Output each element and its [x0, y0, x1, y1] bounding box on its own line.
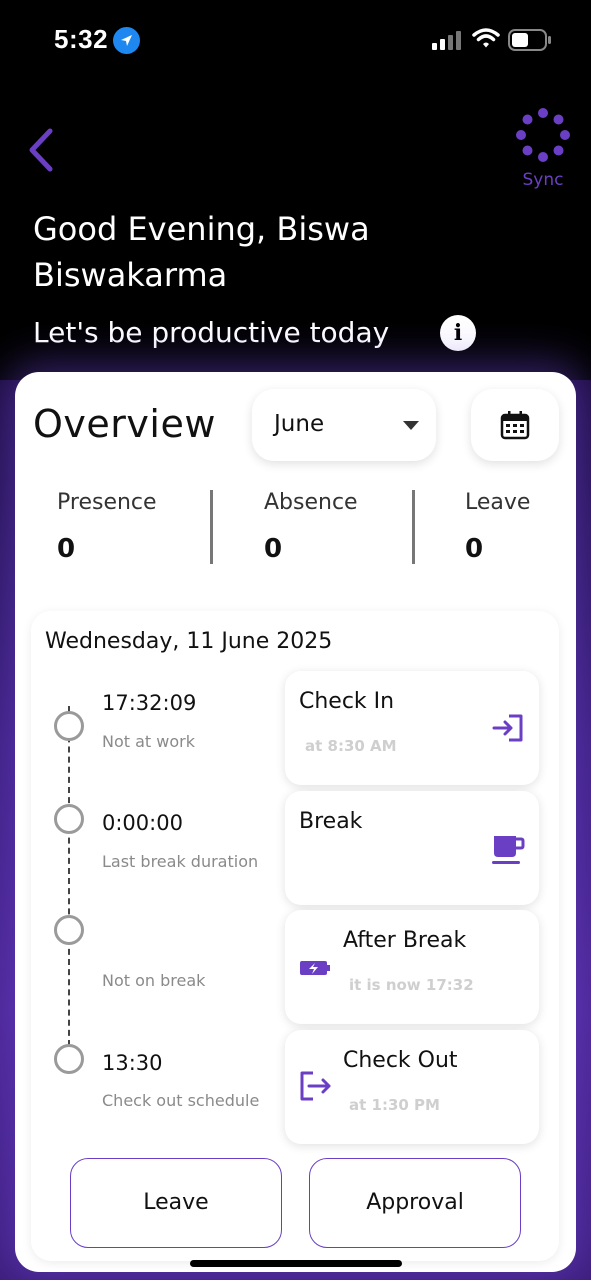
logout-icon	[300, 1071, 331, 1101]
status-time: 5:32	[54, 24, 109, 54]
timeline-dot	[54, 804, 84, 834]
tagline-text: Let's be productive today	[33, 316, 390, 349]
stat-presence-label: Presence	[57, 490, 157, 515]
attendance-stats: Presence 0 Absence 0 Leave 0	[15, 486, 576, 570]
approval-button[interactable]: Approval	[309, 1158, 521, 1248]
timeline-line	[68, 706, 70, 1046]
month-dropdown[interactable]: June	[252, 389, 436, 461]
back-chevron-icon[interactable]	[22, 125, 62, 175]
greeting-text: Good Evening, Biswa Biswakarma	[33, 210, 370, 294]
coffee-cup-icon	[492, 836, 525, 864]
month-value: June	[274, 411, 325, 437]
timeline-sub: Not at work	[102, 732, 195, 751]
timeline-value: 13:30	[102, 1051, 163, 1075]
sync-button[interactable]: Sync	[512, 104, 574, 194]
stat-absence-label: Absence	[264, 490, 358, 515]
check-in-title: Check In	[299, 689, 395, 714]
check-out-card[interactable]: Check Out at 1:30 PM	[285, 1030, 539, 1144]
login-icon	[492, 714, 523, 742]
check-in-card[interactable]: Check In at 8:30 AM	[285, 671, 539, 785]
check-in-sub: at 8:30 AM	[305, 737, 397, 755]
check-out-sub: at 1:30 PM	[349, 1096, 440, 1114]
battery-icon	[508, 29, 551, 51]
timeline-sub: Last break duration	[102, 852, 259, 871]
sync-label: Sync	[522, 170, 564, 190]
wifi-icon	[472, 28, 500, 48]
break-card[interactable]: Break	[285, 791, 539, 905]
stat-divider	[412, 490, 415, 564]
home-indicator[interactable]	[190, 1260, 402, 1267]
stat-leave-value: 0	[465, 534, 484, 564]
stat-absence-value: 0	[264, 534, 283, 564]
timeline-value: 17:32:09	[102, 691, 197, 715]
break-title: Break	[299, 809, 363, 834]
calendar-button[interactable]	[471, 389, 559, 461]
timeline-dot	[54, 1044, 84, 1074]
stat-leave-label: Leave	[465, 490, 531, 515]
location-arrow-icon	[113, 27, 140, 54]
cellular-signal-icon	[432, 31, 461, 50]
leave-button[interactable]: Leave	[70, 1158, 282, 1248]
date-title: Wednesday, 11 June 2025	[45, 629, 333, 654]
overview-card: Overview June Presence 0 Absence 0 Leave…	[15, 372, 576, 1272]
dropdown-caret-icon	[403, 421, 419, 430]
timeline-dot	[54, 915, 84, 945]
timeline-sub: Not on break	[102, 971, 206, 990]
overview-title: Overview	[33, 402, 216, 446]
after-break-card[interactable]: After Break it is now 17:32	[285, 910, 539, 1024]
timeline-sub: Check out schedule	[102, 1091, 260, 1110]
battery-charging-icon	[300, 961, 330, 975]
status-bar: 5:32	[0, 0, 591, 80]
sync-spinner-icon	[516, 108, 570, 162]
calendar-icon	[500, 411, 530, 440]
info-icon[interactable]: i	[440, 315, 476, 351]
after-break-title: After Break	[343, 928, 467, 953]
timeline-value: 0:00:00	[102, 811, 183, 835]
after-break-sub: it is now 17:32	[349, 976, 474, 994]
timeline-dot	[54, 711, 84, 741]
stat-presence-value: 0	[57, 534, 76, 564]
stat-divider	[210, 490, 213, 564]
check-out-title: Check Out	[343, 1048, 458, 1073]
